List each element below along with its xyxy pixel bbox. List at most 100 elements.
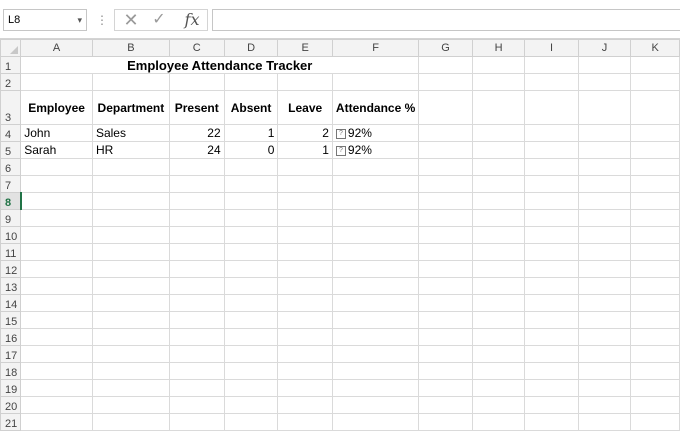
cell[interactable] [168, 311, 225, 329]
cell[interactable] [630, 345, 680, 363]
cell[interactable] [524, 226, 579, 244]
cell[interactable] [577, 243, 632, 261]
cell[interactable] [418, 294, 473, 312]
cell[interactable] [20, 379, 93, 397]
cell[interactable] [168, 226, 225, 244]
cell[interactable] [577, 73, 632, 91]
cell[interactable] [277, 396, 333, 414]
cell[interactable] [20, 243, 93, 261]
cell[interactable] [331, 294, 420, 312]
row-header[interactable]: 19 [0, 379, 22, 397]
cell[interactable] [20, 175, 93, 193]
row-header[interactable]: 18 [0, 362, 22, 380]
row-header[interactable]: 14 [0, 294, 22, 312]
cell[interactable] [471, 192, 526, 210]
cell[interactable] [577, 192, 632, 210]
cell[interactable] [471, 362, 526, 380]
row-header[interactable]: 10 [0, 226, 22, 244]
cell[interactable] [471, 175, 526, 193]
cell[interactable] [20, 158, 93, 176]
cell-department[interactable]: HR [91, 141, 170, 159]
cell[interactable] [20, 396, 93, 414]
cell[interactable] [20, 192, 93, 210]
cell[interactable] [277, 243, 333, 261]
cell[interactable] [524, 362, 579, 380]
cell[interactable] [630, 56, 680, 74]
column-header-b[interactable]: B [91, 39, 170, 57]
cell[interactable] [418, 226, 473, 244]
cell[interactable] [277, 226, 333, 244]
cancel-x-icon[interactable]: ✕ [121, 10, 141, 30]
cell[interactable] [524, 124, 579, 142]
cell[interactable] [277, 413, 333, 431]
cell[interactable] [331, 345, 420, 363]
cell[interactable] [418, 56, 473, 74]
cell-employee[interactable]: John [20, 124, 93, 142]
cell[interactable] [524, 277, 579, 295]
cell[interactable] [577, 260, 632, 278]
cell[interactable] [91, 277, 170, 295]
column-header-d[interactable]: D [223, 39, 279, 57]
cell[interactable] [277, 311, 333, 329]
cell[interactable] [331, 260, 420, 278]
cell[interactable] [524, 56, 579, 74]
cell[interactable] [630, 141, 680, 159]
cell[interactable] [471, 124, 526, 142]
cell[interactable] [91, 209, 170, 227]
cell[interactable] [577, 362, 632, 380]
cell[interactable] [524, 328, 579, 346]
column-header-c[interactable]: C [168, 39, 225, 57]
cell[interactable] [471, 328, 526, 346]
cell[interactable] [20, 226, 93, 244]
cell[interactable] [630, 294, 680, 312]
cell[interactable] [630, 362, 680, 380]
cell[interactable] [577, 141, 632, 159]
cell[interactable] [418, 328, 473, 346]
cell[interactable] [630, 243, 680, 261]
row-header[interactable]: 8 [0, 192, 22, 210]
cell[interactable] [20, 294, 93, 312]
cell[interactable] [91, 73, 170, 91]
vertical-dots-icon[interactable]: ⋮ [96, 11, 108, 29]
cell[interactable] [331, 362, 420, 380]
cell[interactable] [630, 379, 680, 397]
cell[interactable] [168, 73, 225, 91]
header-employee[interactable]: Employee [20, 90, 93, 125]
cell[interactable] [223, 294, 279, 312]
cell[interactable] [471, 260, 526, 278]
cell[interactable] [630, 73, 680, 91]
cell[interactable] [331, 158, 420, 176]
cell[interactable] [630, 260, 680, 278]
cell[interactable] [223, 345, 279, 363]
cell[interactable] [223, 362, 279, 380]
cell[interactable] [20, 311, 93, 329]
cell[interactable] [524, 243, 579, 261]
cell[interactable] [577, 396, 632, 414]
cell[interactable] [471, 413, 526, 431]
cell[interactable] [577, 175, 632, 193]
cell[interactable] [471, 226, 526, 244]
cell[interactable] [168, 345, 225, 363]
cell[interactable] [577, 158, 632, 176]
row-header[interactable]: 7 [0, 175, 22, 193]
cell[interactable] [630, 192, 680, 210]
cell[interactable] [471, 294, 526, 312]
cell[interactable] [630, 90, 680, 125]
cell[interactable] [331, 311, 420, 329]
cell[interactable] [331, 413, 420, 431]
row-header[interactable]: 12 [0, 260, 22, 278]
cell[interactable] [331, 379, 420, 397]
cell[interactable] [577, 209, 632, 227]
cell[interactable] [277, 379, 333, 397]
cell[interactable] [471, 90, 526, 125]
cell[interactable] [577, 56, 632, 74]
cell[interactable] [331, 209, 420, 227]
cell[interactable] [20, 277, 93, 295]
cell[interactable] [168, 175, 225, 193]
cell[interactable] [524, 158, 579, 176]
cell[interactable] [223, 158, 279, 176]
cell[interactable] [577, 294, 632, 312]
header-leave[interactable]: Leave [277, 90, 333, 125]
cell[interactable] [331, 192, 420, 210]
cell[interactable] [524, 294, 579, 312]
